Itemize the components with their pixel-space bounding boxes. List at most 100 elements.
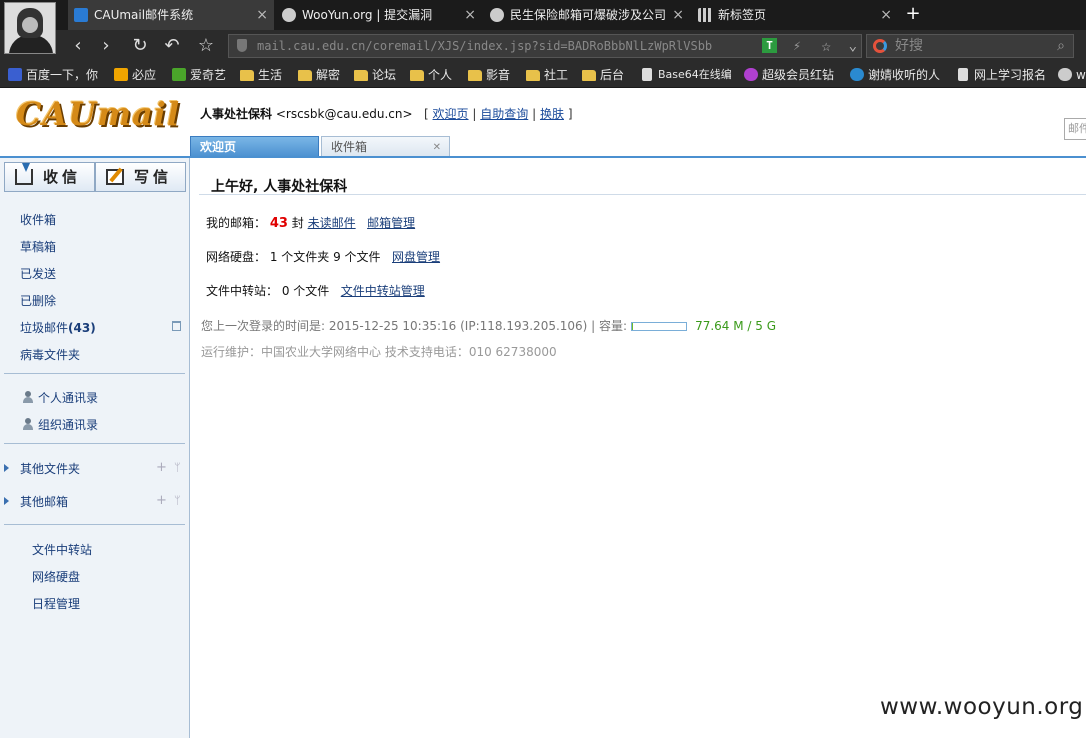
- bing-icon: [114, 68, 128, 81]
- bookmark-folder-forum[interactable]: 论坛: [352, 62, 396, 88]
- welcome-link[interactable]: 欢迎页: [433, 107, 469, 121]
- bookmark-folder-life[interactable]: 生活: [238, 62, 282, 88]
- back-arrow-icon[interactable]: ‹: [66, 34, 90, 58]
- profile-avatar[interactable]: [4, 2, 56, 54]
- netdisk-row: 网络硬盘： 1 个文件夹 9 个文件 网盘管理: [206, 250, 441, 264]
- sidebar-item-netdisk[interactable]: 网络硬盘: [32, 568, 80, 585]
- sidebar-item-inbox[interactable]: 收件箱: [20, 211, 56, 228]
- person-icon: [22, 391, 34, 403]
- sidebar: 收信 写信 收件箱 草稿箱 已发送 已删除 垃圾邮件(43) 病毒文件夹 个人通…: [0, 158, 190, 738]
- change-skin-link[interactable]: 换肤: [540, 107, 564, 121]
- close-icon[interactable]: ×: [256, 0, 268, 30]
- forward-arrow-icon[interactable]: ›: [94, 34, 118, 58]
- capacity-fill: [632, 323, 634, 330]
- add-icon[interactable]: +: [156, 460, 167, 475]
- bookmark-folder-social[interactable]: 社工: [524, 62, 568, 88]
- sidebar-item-spam[interactable]: 垃圾邮件(43): [20, 319, 96, 336]
- chevron-down-icon[interactable]: ⌄: [849, 35, 857, 57]
- tab-welcome[interactable]: 欢迎页: [190, 136, 319, 157]
- user-name: 人事处社保科: [200, 107, 273, 121]
- sidebar-divider: [4, 373, 185, 374]
- vip-icon: [744, 68, 758, 81]
- folder-icon: [526, 70, 540, 81]
- bookmark-folder-backend[interactable]: 后台: [580, 62, 624, 88]
- transfer-row: 文件中转站： 0 个文件 文件中转站管理: [206, 284, 425, 298]
- bookmarks-bar: 百度一下，你 必应 爱奇艺 生活 解密 论坛 个人 影音 社工 后台 Base6…: [0, 62, 1086, 88]
- tab-wooyun[interactable]: WooYun.org | 提交漏洞 ×: [276, 0, 482, 30]
- iqiyi-icon: [172, 68, 186, 81]
- folder-icon: [410, 70, 424, 81]
- bookmark-study[interactable]: 网上学习报名: [954, 62, 1046, 88]
- caumail-favicon-icon: [74, 8, 88, 22]
- write-mail-button[interactable]: 写信: [95, 162, 186, 192]
- page-icon: [642, 68, 652, 81]
- group-icon: [22, 418, 34, 430]
- bookmark-vip[interactable]: 超级会员红钻: [742, 62, 834, 88]
- greeting-divider: [199, 194, 1086, 195]
- bookmark-folder-personal[interactable]: 个人: [408, 62, 452, 88]
- close-icon[interactable]: ×: [464, 0, 476, 30]
- reload-icon[interactable]: ↻: [128, 34, 152, 58]
- folder-icon: [298, 70, 312, 81]
- mailbox-manage-link[interactable]: 邮箱管理: [367, 216, 415, 230]
- settings-fork-icon[interactable]: ᛘ: [174, 494, 181, 507]
- app-header: CAUmail 人事处社保科 <rscsbk@cau.edu.cn> [ 欢迎页…: [0, 89, 1086, 157]
- bookmark-baidu[interactable]: 百度一下，你: [6, 62, 98, 88]
- bookmark-folder-media[interactable]: 影音: [466, 62, 510, 88]
- close-icon[interactable]: ✕: [433, 137, 441, 158]
- caumail-logo: CAUmail: [16, 95, 181, 133]
- inbox-download-icon: [15, 163, 33, 185]
- last-login-info: 您上一次登录的时间是: 2015-12-25 10:35:16 (IP:118.…: [201, 319, 777, 333]
- cloud-icon: [1058, 68, 1072, 81]
- sidebar-item-virus[interactable]: 病毒文件夹: [20, 346, 80, 363]
- unread-mail-link[interactable]: 未读邮件: [308, 216, 356, 230]
- browser-search-input[interactable]: 好搜 ⌕: [866, 34, 1074, 58]
- address-bar[interactable]: mail.cau.edu.cn/coremail/XJS/index.jsp?s…: [228, 34, 862, 58]
- sidebar-item-sent[interactable]: 已发送: [20, 265, 56, 282]
- transfer-manage-link[interactable]: 文件中转站管理: [341, 284, 425, 298]
- t-extension-icon[interactable]: T: [762, 38, 777, 53]
- sidebar-item-org-contacts[interactable]: 组织通讯录: [38, 416, 98, 433]
- tab-minsheng[interactable]: 民生保险邮箱可爆破涉及公司 ×: [484, 0, 690, 30]
- close-icon[interactable]: ×: [672, 0, 684, 30]
- expand-arrow-icon[interactable]: [4, 464, 9, 472]
- tab-inbox[interactable]: 收件箱 ✕: [321, 136, 450, 157]
- bookmark-star-icon[interactable]: ☆: [821, 35, 831, 57]
- folder-icon: [468, 70, 482, 81]
- sidebar-item-personal-contacts[interactable]: 个人通讯录: [38, 389, 98, 406]
- paw-icon: [8, 68, 22, 81]
- sidebar-item-deleted[interactable]: 已删除: [20, 292, 56, 309]
- mail-search-input[interactable]: 邮件: [1064, 118, 1086, 140]
- bookmark-bing[interactable]: 必应: [112, 62, 156, 88]
- self-service-link[interactable]: 自助查询: [480, 107, 528, 121]
- new-tab-button[interactable]: +: [902, 0, 924, 30]
- sidebar-item-calendar[interactable]: 日程管理: [32, 595, 80, 612]
- tab-newtab[interactable]: 新标签页 ×: [692, 0, 898, 30]
- sidebar-divider: [4, 524, 185, 525]
- compose-button-row: 收信 写信: [4, 162, 186, 192]
- receive-mail-button[interactable]: 收信: [4, 162, 95, 192]
- sidebar-item-drafts[interactable]: 草稿箱: [20, 238, 56, 255]
- bookmark-base64[interactable]: Base64在线编: [638, 62, 732, 88]
- netdisk-manage-link[interactable]: 网盘管理: [392, 250, 440, 264]
- star-icon[interactable]: ☆: [194, 34, 218, 58]
- expand-arrow-icon[interactable]: [4, 497, 9, 505]
- settings-fork-icon[interactable]: ᛘ: [174, 461, 181, 474]
- sidebar-item-other-mailboxes[interactable]: 其他邮箱: [20, 493, 68, 510]
- sidebar-item-file-transfer[interactable]: 文件中转站: [32, 541, 92, 558]
- grid-icon: [698, 8, 712, 22]
- tab-caumail[interactable]: CAUmail邮件系统 ×: [68, 0, 274, 30]
- undo-icon[interactable]: ↶: [160, 34, 184, 58]
- add-icon[interactable]: +: [156, 493, 167, 508]
- sidebar-item-other-folders[interactable]: 其他文件夹: [20, 460, 80, 477]
- bookmark-listeners[interactable]: 谢婧收听的人: [848, 62, 940, 88]
- bookmark-folder-decrypt[interactable]: 解密: [296, 62, 340, 88]
- search-icon[interactable]: ⌕: [1057, 35, 1065, 57]
- bookmark-iqiyi[interactable]: 爱奇艺: [170, 62, 226, 88]
- trash-icon[interactable]: [172, 321, 181, 331]
- user-email: <rscsbk@cau.edu.cn>: [275, 107, 413, 121]
- close-icon[interactable]: ×: [880, 0, 892, 30]
- bookmark-more[interactable]: w: [1056, 62, 1086, 88]
- lightning-icon[interactable]: ⚡: [793, 36, 801, 57]
- cloud-icon: [282, 8, 296, 22]
